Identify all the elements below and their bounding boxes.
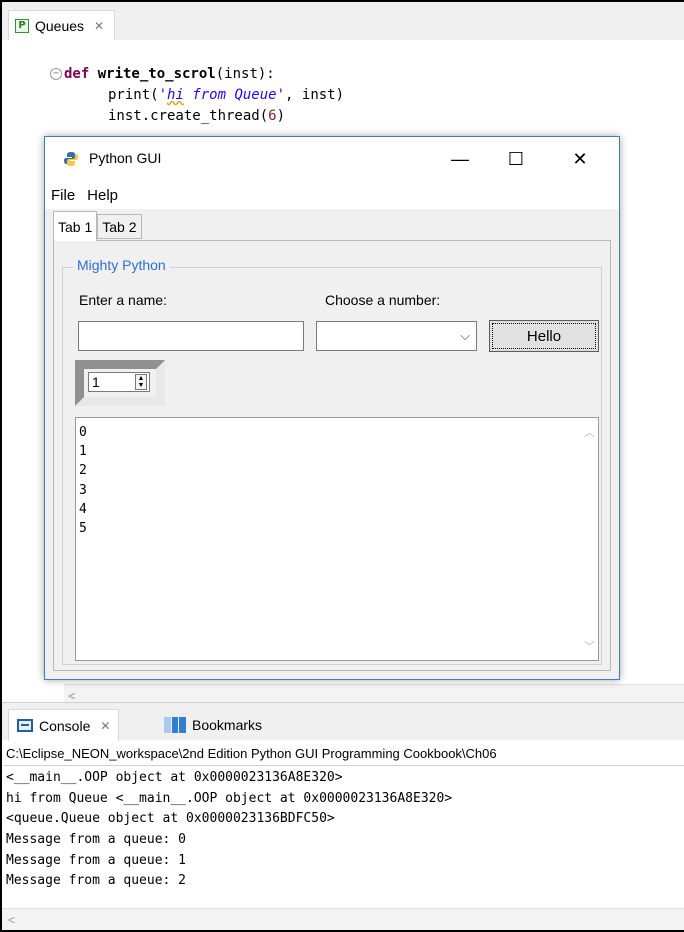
console-process-path: C:\Eclipse_NEON_workspace\2nd Edition Py… — [4, 742, 684, 766]
bookmarks-icon — [164, 717, 187, 733]
code-line-1: def write_to_scrol(inst): — [64, 66, 275, 82]
tab-console-label: Console — [39, 717, 91, 734]
console-horizontal-scrollbar[interactable]: < — [2, 908, 684, 930]
code-number: 6 — [268, 108, 277, 124]
code-print-call: print( — [108, 87, 159, 103]
scroll-left-icon[interactable]: < — [68, 689, 75, 703]
close-icon[interactable]: ✕ — [100, 719, 110, 733]
tab-1-page: Mighty Python Enter a name: Choose a num… — [53, 240, 611, 671]
window-titlebar[interactable]: Python GUI — ☐ ✕ — [45, 137, 619, 181]
mighty-python-group: Mighty Python Enter a name: Choose a num… — [62, 257, 602, 665]
minimize-button[interactable]: — — [437, 143, 483, 175]
tab-bookmarks-label: Bookmarks — [192, 717, 263, 733]
close-window-button[interactable]: ✕ — [557, 143, 603, 175]
console-icon — [17, 719, 33, 732]
string-spellcheck-word: hi — [167, 87, 184, 103]
console-line: Message from a queue: 1 — [6, 852, 187, 868]
console-line: Message from a queue: 2 — [6, 873, 187, 889]
text-line: 4 — [79, 501, 87, 517]
spinbox-value: 1 — [92, 374, 100, 390]
text-line: 2 — [79, 463, 87, 479]
name-label: Enter a name: — [79, 292, 167, 308]
code-call-close: ) — [276, 108, 286, 124]
console-line: Message from a queue: 0 — [6, 832, 187, 848]
hello-button[interactable]: Hello — [489, 320, 599, 352]
code-print-args: , inst) — [285, 87, 345, 103]
tab-1[interactable]: Tab 1 — [53, 211, 98, 241]
tab-queues[interactable]: P Queues ✕ — [8, 10, 116, 40]
tab-bookmarks[interactable]: Bookmarks — [164, 709, 262, 741]
close-icon[interactable]: ✕ — [94, 19, 104, 33]
string-quote: ' — [158, 87, 168, 103]
menu-bar: File Help — [45, 181, 619, 209]
scroll-down-icon[interactable]: ﹀ — [584, 638, 595, 654]
console-line: <__main__.OOP object at 0x0000023136A8E3… — [6, 770, 343, 785]
console-output[interactable]: <__main__.OOP object at 0x0000023136A8E3… — [4, 768, 684, 892]
code-call: inst.create_thread( — [108, 108, 269, 124]
scrolled-text[interactable]: 0 1 2 3 4 5 ︿ ﹀ — [75, 417, 599, 661]
spin-arrows-icon[interactable]: ▲ ▼ — [135, 374, 147, 390]
number-label: Choose a number: — [325, 292, 441, 308]
scroll-left-icon[interactable]: < — [8, 913, 15, 927]
menu-file[interactable]: File — [51, 187, 75, 204]
scrolled-text-lines: 0 1 2 3 4 5 — [79, 423, 87, 538]
console-tab-bar: Console ✕ Bookmarks — [2, 702, 684, 741]
menu-help[interactable]: Help — [87, 187, 118, 204]
number-spinbox[interactable]: 1 ▲ ▼ — [88, 372, 150, 392]
keyword-def: def — [64, 66, 98, 82]
scroll-up-icon[interactable]: ︿ — [584, 424, 595, 440]
name-input[interactable] — [78, 321, 304, 351]
fold-collapse-icon[interactable]: − — [50, 68, 62, 80]
string-rest: from Queue' — [183, 87, 286, 103]
editor-tab-bar: P Queues ✕ — [2, 2, 684, 40]
notebook-tabs: Tab 1 Tab 2 — [53, 211, 142, 241]
function-params: (inst): — [215, 66, 275, 82]
vertical-scrollbar[interactable]: ︿ ﹀ — [580, 418, 598, 660]
maximize-button[interactable]: ☐ — [493, 143, 539, 175]
number-combobox[interactable]: ⌵ — [316, 321, 477, 351]
window-title: Python GUI — [89, 150, 162, 166]
python-logo-icon — [64, 152, 78, 166]
code-string: 'hi from Queue' — [159, 87, 285, 103]
spinbox-frame: 1 ▲ ▼ — [75, 360, 165, 406]
group-label: Mighty Python — [73, 257, 170, 273]
code-line-3: inst.create_thread(6) — [108, 108, 285, 124]
code-line-2: print('hi from Queue', inst) — [108, 87, 344, 103]
python-gui-window: Python GUI — ☐ ✕ File Help Tab 1 Tab 2 M… — [44, 136, 620, 680]
text-line: 0 — [79, 425, 87, 440]
chevron-down-icon[interactable]: ⌵ — [460, 328, 470, 344]
console-line: <queue.Queue object at 0x0000023136BDFC5… — [6, 811, 335, 827]
python-file-icon: P — [15, 18, 29, 33]
tab-2[interactable]: Tab 2 — [97, 214, 142, 239]
tab-queues-label: Queues — [35, 17, 85, 34]
function-name: write_to_scrol — [97, 66, 216, 82]
text-line: 3 — [79, 482, 87, 498]
text-line: 1 — [79, 444, 87, 460]
console-line: hi from Queue <__main__.OOP object at 0x… — [6, 790, 453, 806]
text-line: 5 — [79, 520, 87, 536]
tab-console[interactable]: Console ✕ — [8, 709, 120, 741]
